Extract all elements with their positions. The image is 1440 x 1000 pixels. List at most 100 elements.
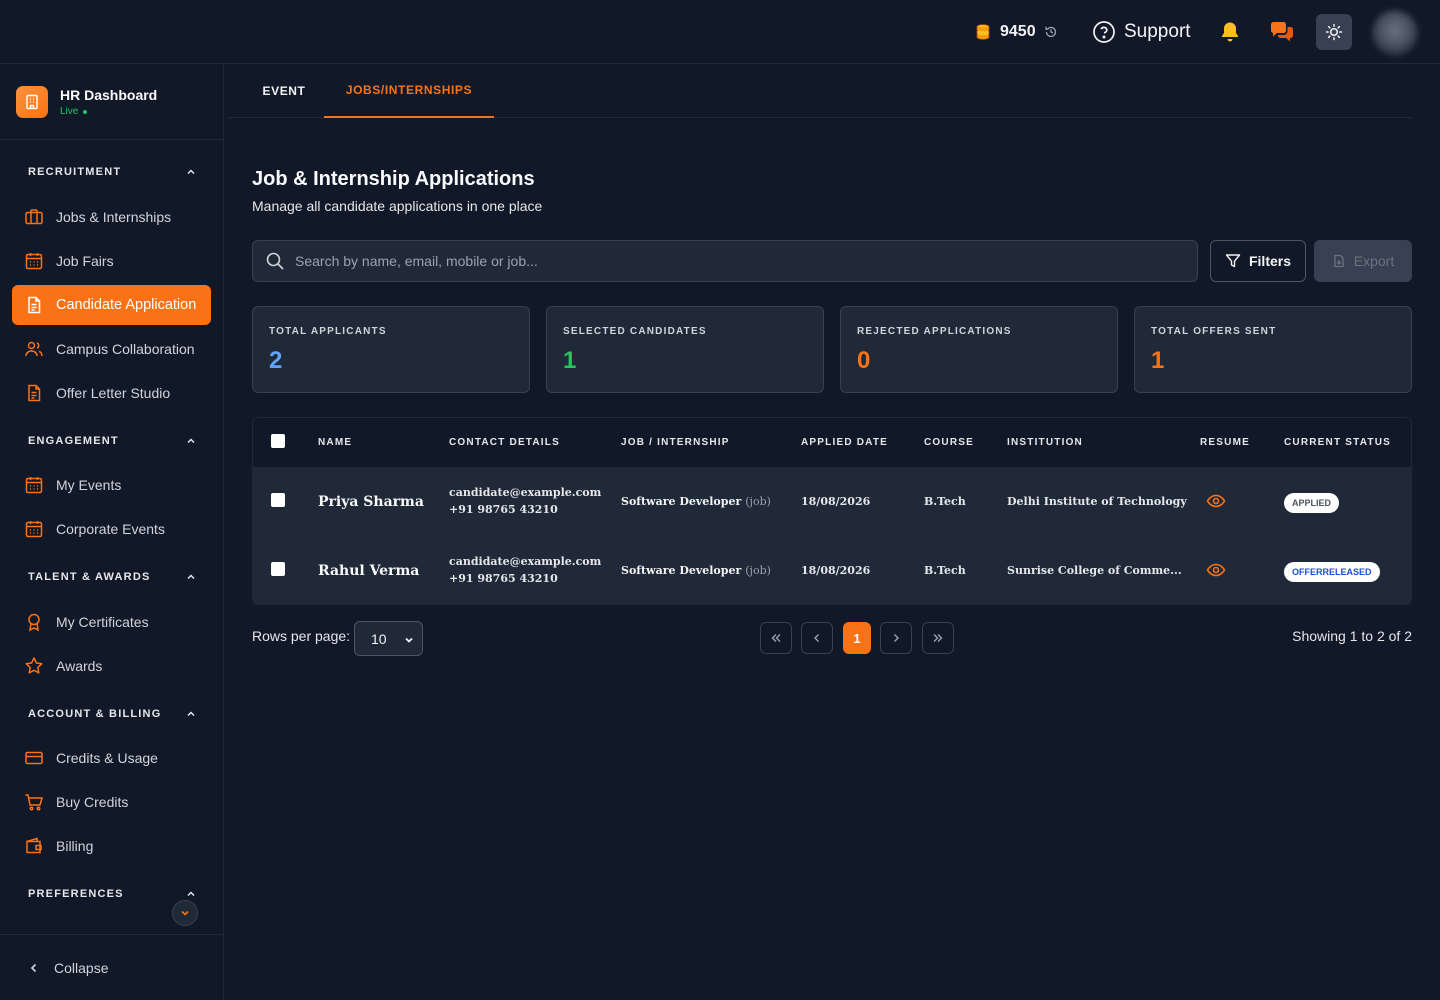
candidate-name[interactable]: Priya Sharma (318, 467, 424, 536)
section-engagement[interactable]: ENGAGEMENT (28, 431, 196, 451)
stat-label: TOTAL OFFERS SENT (1151, 326, 1277, 337)
support-label: Support (1124, 21, 1191, 42)
column-header-resume[interactable]: RESUME (1200, 418, 1250, 467)
section-title: TALENT & AWARDS (28, 571, 151, 583)
section-recruitment[interactable]: RECRUITMENT (28, 162, 196, 182)
column-header-institution[interactable]: INSTITUTION (1007, 418, 1083, 467)
contact-details: candidate@example.com +91 98765 43210 (449, 486, 601, 516)
sidebar-item-my-events[interactable]: My Events (12, 465, 211, 505)
chevron-down-icon (405, 637, 413, 643)
stat-value: 1 (563, 347, 577, 374)
tab-event[interactable]: EVENT (252, 64, 316, 118)
sidebar-item-campus-collaboration[interactable]: Campus Collaboration (12, 329, 211, 369)
stat-label: SELECTED CANDIDATES (563, 326, 707, 337)
credit-card-icon (25, 751, 43, 765)
table-row[interactable]: Rahul Verma candidate@example.com +91 98… (253, 536, 1411, 604)
support-button[interactable]: Support (1092, 18, 1191, 46)
chevron-up-icon (187, 711, 195, 717)
institution: Sunrise College of Comme... (1007, 564, 1182, 577)
column-header-applied-date[interactable]: APPLIED DATE (801, 418, 888, 467)
brand[interactable]: HR Dashboard Live (16, 86, 157, 118)
building-icon (16, 86, 48, 118)
sidebar-item-label: Job Fairs (56, 253, 114, 269)
stat-card-rejected-applications: REJECTED APPLICATIONS 0 (840, 306, 1118, 393)
help-circle-icon (1093, 21, 1115, 43)
chat-icon[interactable] (1269, 20, 1295, 44)
live-dot (83, 109, 88, 114)
theme-toggle-button[interactable] (1316, 14, 1352, 50)
column-header-course[interactable]: COURSE (924, 418, 974, 467)
award-icon (28, 613, 40, 632)
credits-count: 9450 (1000, 23, 1036, 40)
column-header-status[interactable]: CURRENT STATUS (1284, 418, 1391, 467)
chevron-up-icon (187, 438, 195, 444)
avatar[interactable] (1372, 10, 1418, 56)
select-all-checkbox[interactable] (271, 434, 285, 448)
column-header-contact[interactable]: CONTACT DETAILS (449, 418, 560, 467)
sidebar-item-candidate-application[interactable]: Candidate Application (12, 285, 211, 325)
filters-button[interactable]: Filters (1210, 240, 1306, 282)
divider (0, 934, 223, 935)
candidate-name[interactable]: Rahul Verma (318, 536, 419, 604)
stat-card-total-applicants: TOTAL APPLICANTS 2 (252, 306, 530, 393)
search-input[interactable] (295, 253, 1175, 269)
rows-per-page-select[interactable]: 10 (354, 621, 423, 656)
last-page-button[interactable] (922, 622, 954, 654)
section-preferences[interactable]: PREFERENCES (28, 884, 196, 904)
search-icon (266, 252, 284, 270)
collapse-button[interactable]: Collapse (28, 956, 108, 980)
applications-table: NAME CONTACT DETAILS JOB / INTERNSHIP AP… (252, 417, 1412, 605)
candidate-email[interactable]: candidate@example.com (449, 486, 601, 499)
eye-icon[interactable] (1206, 560, 1226, 580)
sidebar-item-credits-usage[interactable]: Credits & Usage (12, 738, 211, 778)
chevrons-right-icon (933, 634, 943, 642)
eye-icon[interactable] (1206, 491, 1226, 511)
chevrons-left-icon (771, 634, 781, 642)
next-page-button[interactable] (880, 622, 912, 654)
sidebar-item-job-fairs[interactable]: Job Fairs (12, 241, 211, 281)
sidebar-item-label: My Events (56, 477, 122, 493)
sidebar-item-awards[interactable]: Awards (12, 646, 211, 686)
sidebar-item-label: Jobs & Internships (56, 209, 172, 225)
sidebar-item-offer-letter-studio[interactable]: Offer Letter Studio (12, 373, 211, 413)
chevron-up-icon (187, 891, 195, 897)
sun-icon (1325, 23, 1343, 41)
section-talent-awards[interactable]: TALENT & AWARDS (28, 567, 196, 587)
course: B.Tech (924, 495, 966, 508)
row-checkbox[interactable] (271, 493, 285, 507)
sidebar-item-billing[interactable]: Billing (12, 826, 211, 866)
status-badge: APPLIED (1284, 493, 1340, 513)
search-box (252, 240, 1198, 282)
cart-icon (25, 794, 43, 811)
stat-card-total-offers-sent: TOTAL OFFERS SENT 1 (1134, 306, 1412, 393)
section-account-billing[interactable]: ACCOUNT & BILLING (28, 704, 196, 724)
history-icon[interactable] (1044, 25, 1058, 39)
job-title: Software Developer (job) (621, 536, 771, 604)
stat-value: 0 (857, 347, 871, 374)
column-header-job[interactable]: JOB / INTERNSHIP (621, 418, 730, 467)
coins-icon (976, 24, 990, 40)
candidate-email[interactable]: candidate@example.com (449, 555, 601, 568)
row-checkbox[interactable] (271, 562, 285, 576)
page-button-current[interactable]: 1 (843, 622, 871, 654)
column-header-name[interactable]: NAME (318, 418, 352, 467)
prev-page-button[interactable] (801, 622, 833, 654)
sidebar-item-my-certificates[interactable]: My Certificates (12, 602, 211, 642)
users-icon (25, 341, 43, 357)
first-page-button[interactable] (760, 622, 792, 654)
credits-display[interactable]: 9450 (974, 20, 1058, 44)
sidebar-item-corporate-events[interactable]: Corporate Events (12, 509, 211, 549)
applied-date: 18/08/2026 (801, 564, 871, 577)
scroll-down-button[interactable] (172, 900, 198, 926)
tab-jobs-internships[interactable]: JOBS/INTERNSHIPS (324, 64, 494, 118)
export-file-icon (1334, 254, 1344, 268)
calendar-icon (25, 521, 43, 538)
section-title: ACCOUNT & BILLING (28, 708, 162, 720)
export-button[interactable]: Export (1314, 240, 1412, 282)
job-type: (job) (745, 564, 771, 577)
sidebar-item-buy-credits[interactable]: Buy Credits (12, 782, 211, 822)
bell-icon[interactable] (1218, 20, 1242, 44)
table-row[interactable]: Priya Sharma candidate@example.com +91 9… (253, 467, 1411, 536)
sidebar-item-jobs-internships[interactable]: Jobs & Internships (12, 197, 211, 237)
chevron-down-icon (181, 910, 189, 916)
